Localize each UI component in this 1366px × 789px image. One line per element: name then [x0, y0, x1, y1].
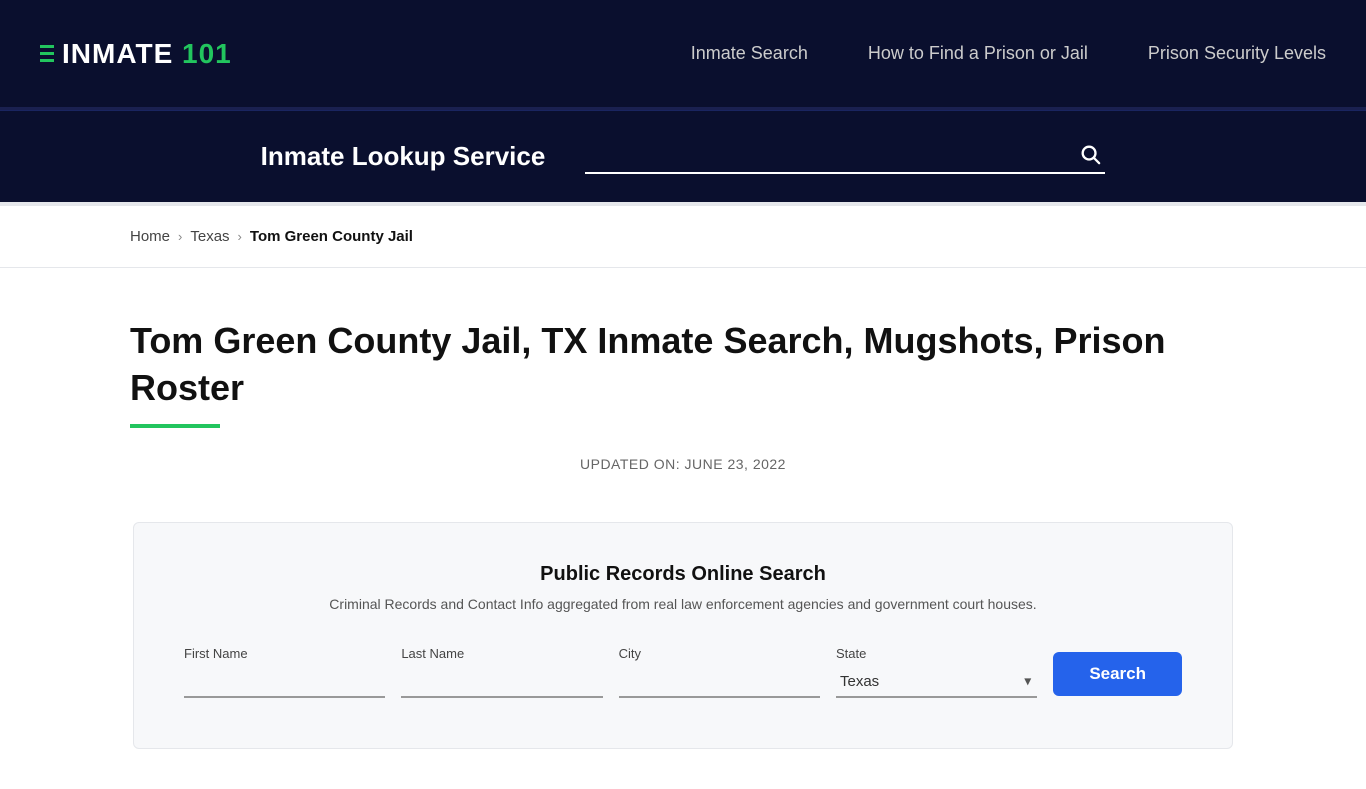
breadcrumb-state[interactable]: Texas [190, 228, 229, 245]
logo-text: INMATE 101 [62, 38, 232, 70]
logo-link[interactable]: INMATE 101 [40, 38, 232, 70]
city-input[interactable] [619, 667, 820, 698]
city-field: City [619, 646, 820, 698]
nav-how-to-find[interactable]: How to Find a Prison or Jail [868, 43, 1088, 63]
search-form: First Name Last Name City State Texas Al… [184, 646, 1182, 698]
breadcrumb-home[interactable]: Home [130, 228, 170, 245]
search-section-label: Inmate Lookup Service [261, 141, 546, 172]
first-name-label: First Name [184, 646, 385, 661]
search-icon [1079, 143, 1101, 165]
breadcrumb: Home › Texas › Tom Green County Jail [0, 206, 1366, 268]
records-subtitle: Criminal Records and Contact Info aggreg… [184, 596, 1182, 612]
search-section: Inmate Lookup Service [0, 110, 1366, 202]
search-input[interactable] [585, 139, 1105, 174]
state-label: State [836, 646, 1037, 661]
records-box: Public Records Online Search Criminal Re… [133, 522, 1233, 749]
last-name-input[interactable] [401, 667, 602, 698]
search-button[interactable] [1079, 143, 1101, 171]
state-select[interactable]: Texas Alabama Alaska Arizona Arkansas Ca… [836, 667, 1037, 698]
first-name-input[interactable] [184, 667, 385, 698]
main-content: Tom Green County Jail, TX Inmate Search,… [0, 268, 1366, 789]
page-title: Tom Green County Jail, TX Inmate Search,… [130, 318, 1236, 412]
breadcrumb-chevron-2: › [238, 229, 242, 244]
nav-security-levels[interactable]: Prison Security Levels [1148, 43, 1326, 63]
search-input-wrap [585, 139, 1105, 174]
first-name-field: First Name [184, 646, 385, 698]
updated-text: UPDATED ON: JUNE 23, 2022 [130, 456, 1236, 472]
records-title: Public Records Online Search [184, 563, 1182, 586]
city-label: City [619, 646, 820, 661]
last-name-label: Last Name [401, 646, 602, 661]
state-select-wrap: Texas Alabama Alaska Arizona Arkansas Ca… [836, 667, 1037, 698]
logo-bars-icon [40, 45, 54, 62]
breadcrumb-chevron-1: › [178, 229, 182, 244]
last-name-field: Last Name [401, 646, 602, 698]
title-underline [130, 424, 220, 428]
state-field: State Texas Alabama Alaska Arizona Arkan… [836, 646, 1037, 698]
nav-links: Inmate Search How to Find a Prison or Ja… [691, 43, 1326, 64]
nav-inmate-search[interactable]: Inmate Search [691, 43, 808, 63]
breadcrumb-current: Tom Green County Jail [250, 228, 413, 245]
search-records-button[interactable]: Search [1053, 652, 1182, 696]
top-nav: INMATE 101 Inmate Search How to Find a P… [0, 0, 1366, 110]
